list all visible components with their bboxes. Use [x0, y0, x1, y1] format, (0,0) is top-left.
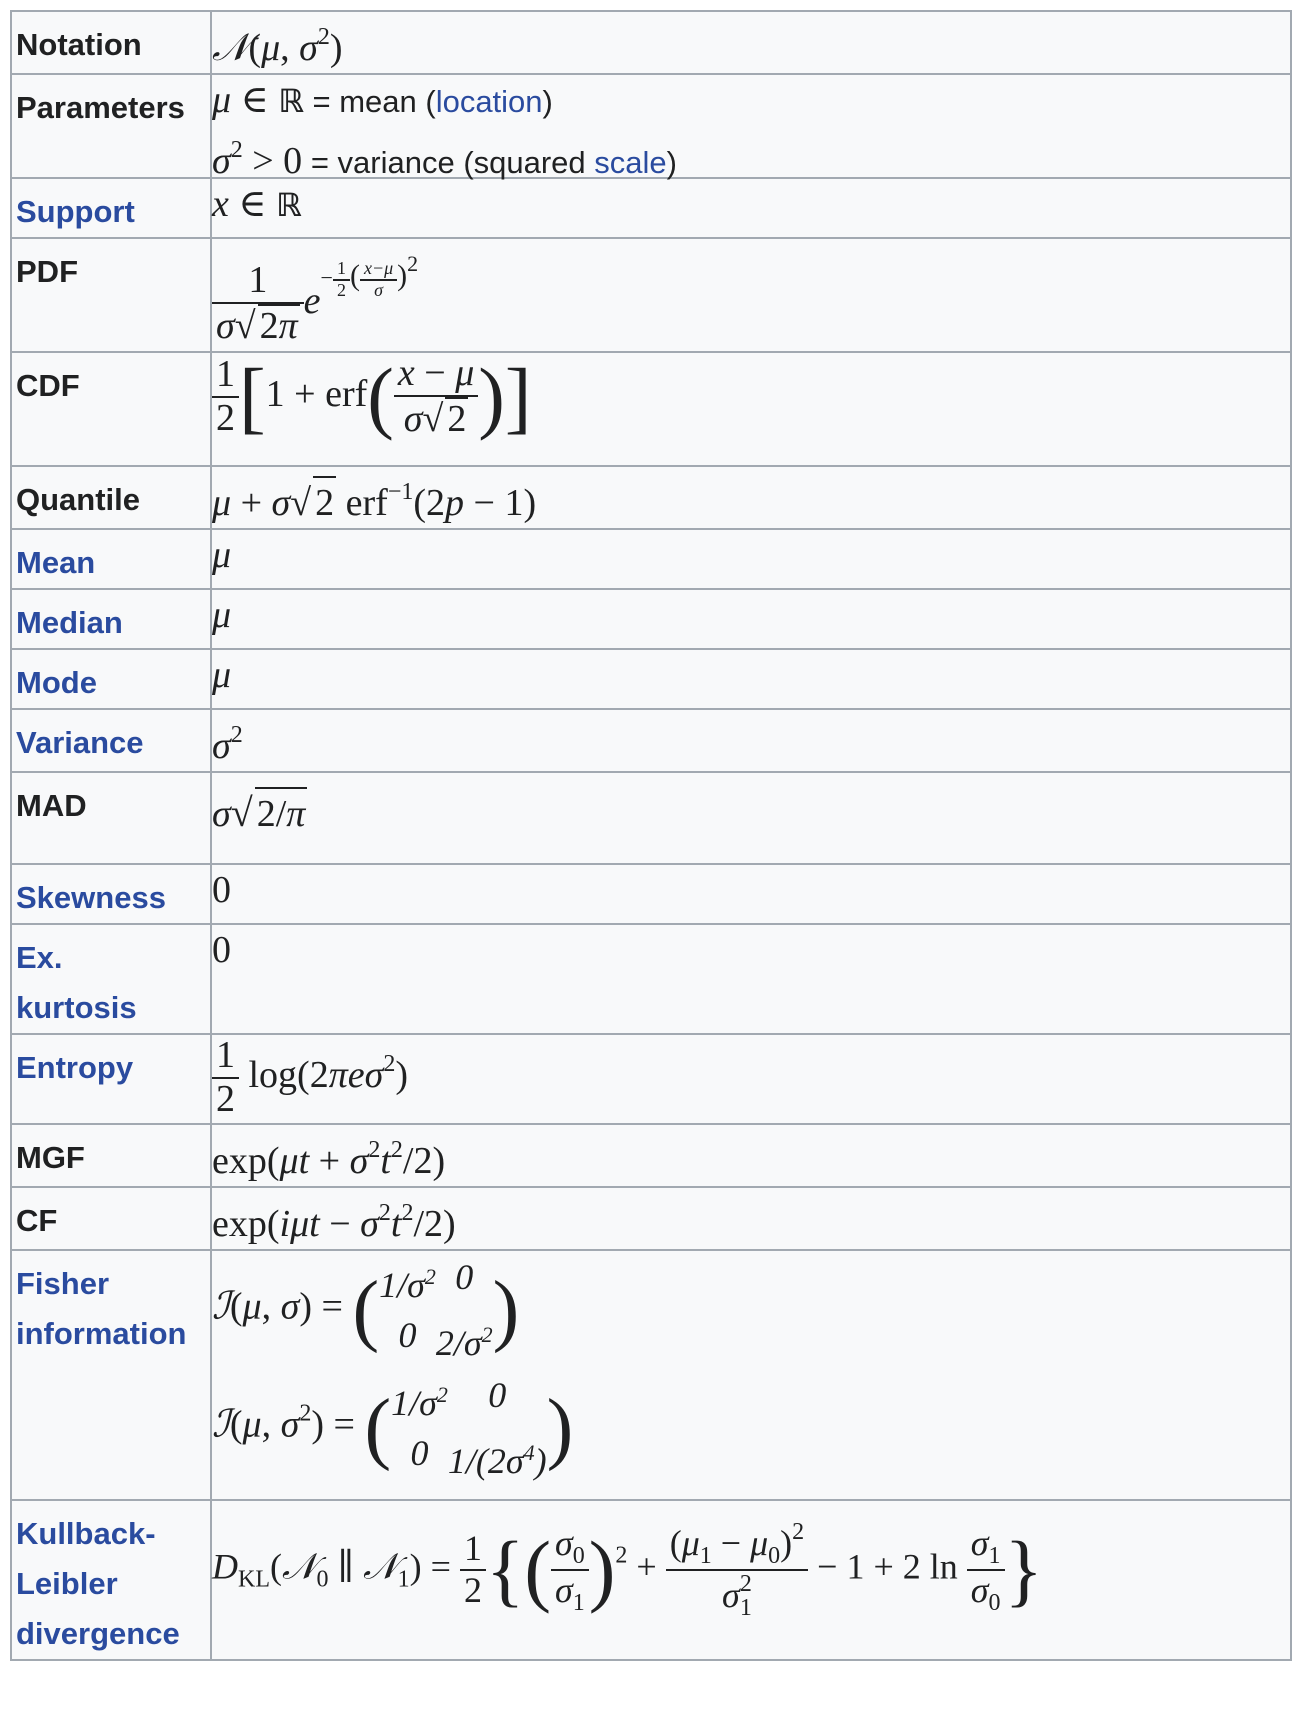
variance-link[interactable]: Variance: [10, 708, 212, 773]
row-cf: CF exp(iμt − σ2t2/2): [10, 1186, 1292, 1251]
row-mean: Mean μ: [10, 528, 1292, 590]
fisher-value: ℐ(μ, σ) = (1/σ2 0 0 2/σ2) ℐ(μ, σ2) = (1/σ2 0…: [210, 1249, 1292, 1501]
support-value: x ∈ ℝ: [210, 177, 1292, 239]
location-link[interactable]: location: [436, 84, 543, 119]
row-kl: Kullback- Leibler divergence DKL(𝒩0 ∥ 𝒩1) …: [10, 1499, 1292, 1661]
kurtosis-link[interactable]: Ex. kurtosis: [10, 923, 212, 1035]
median-link[interactable]: Median: [10, 588, 212, 650]
skewness-link[interactable]: Skewness: [10, 863, 212, 925]
parameters-label: Parameters: [10, 73, 212, 179]
cf-link[interactable]: CF: [10, 1186, 212, 1251]
kurtosis-value: 0: [210, 923, 1292, 1035]
quantile-link[interactable]: Quantile: [10, 465, 212, 530]
mad-link[interactable]: MAD: [10, 771, 212, 865]
variance-value: σ2: [210, 708, 1292, 773]
cdf-link[interactable]: CDF: [10, 351, 212, 467]
pdf-link[interactable]: PDF: [10, 237, 212, 353]
row-pdf: PDF 1 σ√ 2π e− 1 2(x−μ σ)2: [10, 237, 1292, 353]
row-quantile: Quantile μ + σ√ 2 erf−1(2p − 1): [10, 465, 1292, 530]
mean-value: μ: [210, 528, 1292, 590]
row-entropy: Entropy 12 log(2πeσ2): [10, 1033, 1292, 1125]
quantile-value: μ + σ√ 2 erf−1(2p − 1): [210, 465, 1292, 530]
row-skewness: Skewness 0: [10, 863, 1292, 925]
parameters-value: μ ∈ ℝ = mean (location) σ2 > 0 = varianc…: [210, 73, 1292, 182]
mgf-value: exp(μt + σ2t2/2): [210, 1123, 1292, 1188]
entropy-link[interactable]: Entropy: [10, 1033, 212, 1125]
kl-value: DKL(𝒩0 ∥ 𝒩1) = 1 2{(σ0 σ1)2 + (μ1 − μ0)2 σ2…: [210, 1499, 1292, 1661]
row-fisher: Fisher information ℐ(μ, σ) = (1/σ2 0 0 2/σ2)…: [10, 1249, 1292, 1501]
support-link[interactable]: Support: [10, 177, 212, 239]
row-notation: Notation 𝒩(μ, σ2): [10, 10, 1292, 75]
row-kurtosis: Ex. kurtosis 0: [10, 923, 1292, 1035]
entropy-value: 12 log(2πeσ2): [210, 1033, 1292, 1125]
row-parameters: Parameters μ ∈ ℝ = mean (location) σ2 > …: [10, 73, 1292, 182]
cf-value: exp(iμt − σ2t2/2): [210, 1186, 1292, 1251]
row-cdf: CDF 1 2 [1 + erf(x − μ σ√ 2)]: [10, 351, 1292, 467]
row-mgf: MGF exp(μt + σ2t2/2): [10, 1123, 1292, 1188]
notation-label: Notation: [10, 10, 212, 75]
mad-value: σ√ 2/π: [210, 771, 1292, 865]
row-mode: Mode μ: [10, 648, 1292, 710]
fisher-link[interactable]: Fisher information: [10, 1249, 212, 1501]
mean-link[interactable]: Mean: [10, 528, 212, 590]
pdf-value: 1 σ√ 2π e− 1 2(x−μ σ)2: [210, 237, 1292, 353]
cdf-value: 1 2 [1 + erf(x − μ σ√ 2)]: [210, 351, 1292, 467]
mean-text: = mean (: [312, 84, 436, 119]
median-value: μ: [210, 588, 1292, 650]
normal-distribution-infobox: Notation 𝒩(μ, σ2) Parameters μ ∈ ℝ = mea…: [10, 10, 1292, 1661]
row-mad: MAD σ√ 2/π: [10, 771, 1292, 865]
skewness-value: 0: [210, 863, 1292, 925]
row-support: Support x ∈ ℝ: [10, 177, 1292, 239]
notation-value: 𝒩(μ, σ2): [210, 10, 1292, 75]
scale-link[interactable]: scale: [594, 145, 666, 180]
kl-divergence-link[interactable]: Kullback- Leibler divergence: [10, 1499, 212, 1661]
mode-value: μ: [210, 648, 1292, 710]
mode-link[interactable]: Mode: [10, 648, 212, 710]
row-median: Median μ: [10, 588, 1292, 650]
variance-text: = variance (squared: [310, 145, 586, 180]
row-variance: Variance σ2: [10, 708, 1292, 773]
mgf-link[interactable]: MGF: [10, 1123, 212, 1188]
